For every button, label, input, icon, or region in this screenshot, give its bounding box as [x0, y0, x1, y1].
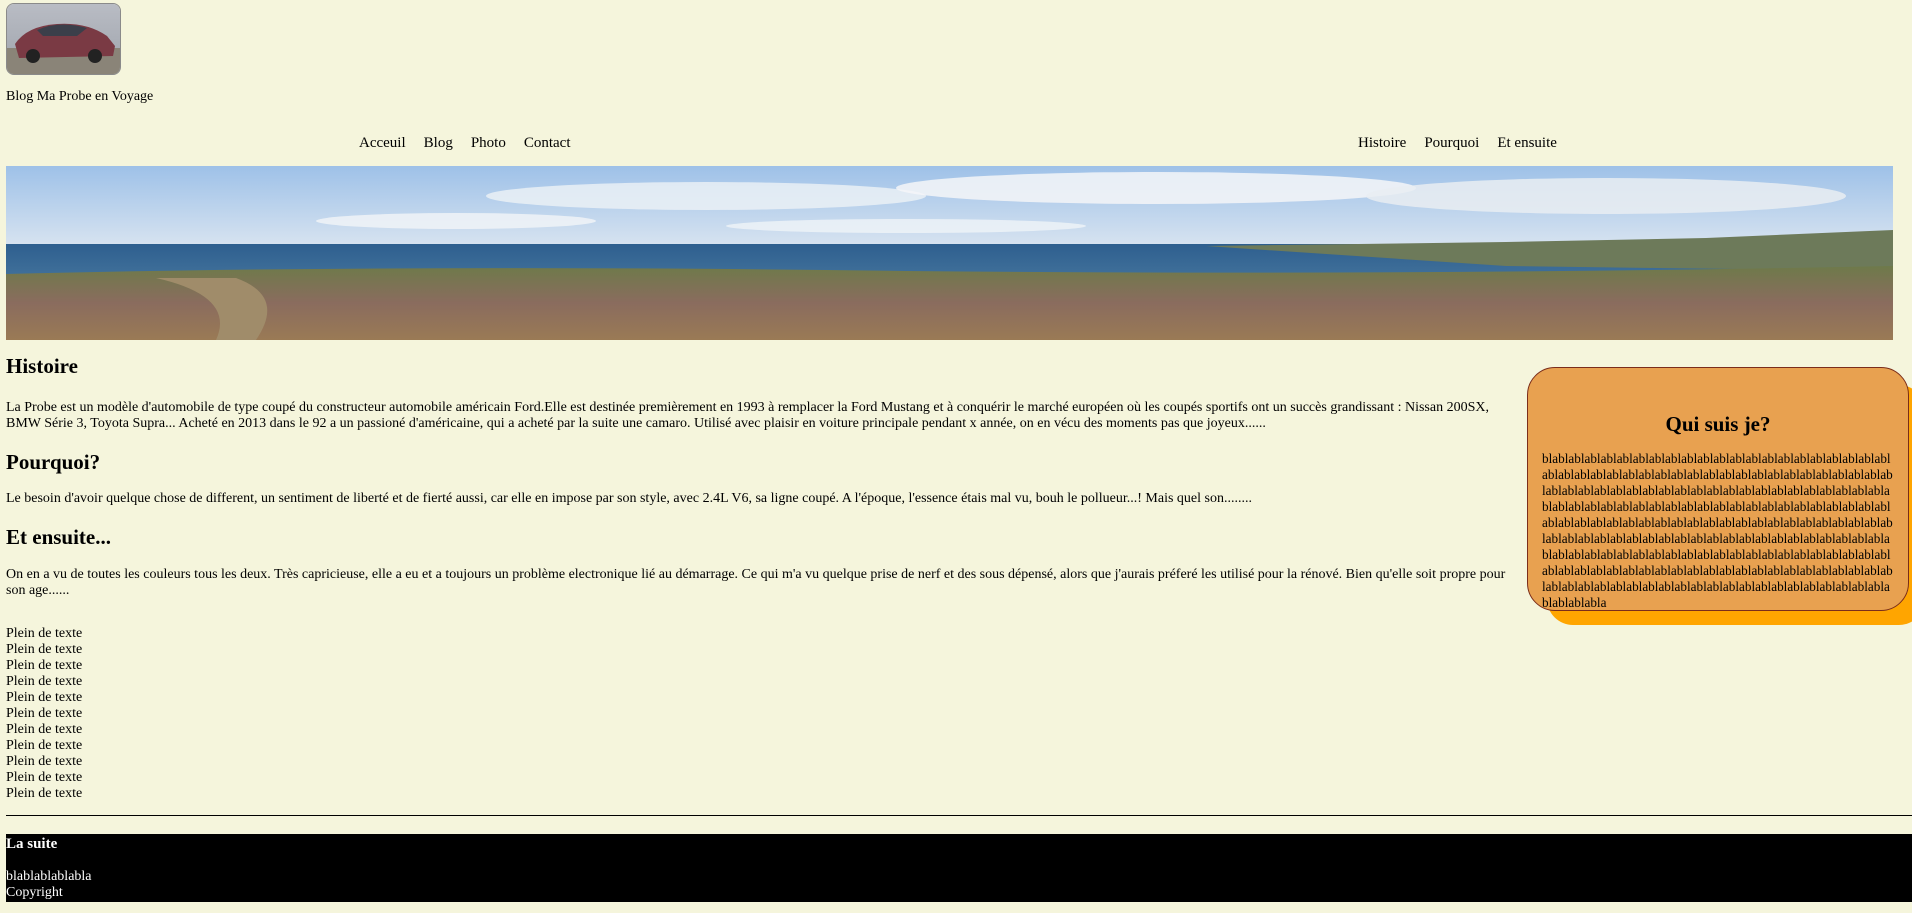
divider — [6, 815, 1912, 816]
section-title-et-ensuite: Et ensuite... — [6, 525, 111, 549]
filler-text: Plein de texte — [6, 722, 83, 737]
aside-text: blablablablablablablablablablablablablab… — [1542, 451, 1893, 610]
nav-link-et-ensuite[interactable]: Et ensuite — [1497, 135, 1557, 152]
logo-image — [6, 3, 121, 75]
footer: La suite blablablablabla Copyright — [6, 834, 1912, 902]
nav-link-photo[interactable]: Photo — [471, 135, 506, 152]
section-text-et-ensuite: On en a vu de toutes les couleurs tous l… — [6, 567, 1506, 598]
section-text-pourquoi: Le besoin d'avoir quelque chose de diffe… — [6, 491, 1252, 506]
filler-text: Plein de texte — [6, 626, 83, 641]
filler-text: Plein de texte — [6, 770, 83, 785]
section-title-pourquoi: Pourquoi? — [6, 450, 101, 474]
footer-text: blablablablabla — [6, 869, 92, 884]
filler-text: Plein de texte — [6, 674, 83, 689]
nav-main: Acceuil Blog Photo Contact — [359, 135, 571, 152]
filler-text: Plein de texte — [6, 706, 83, 721]
section-title-histoire: Histoire — [6, 354, 78, 378]
nav-link-pourquoi[interactable]: Pourquoi — [1424, 135, 1479, 152]
nav-sections: Histoire Pourquoi Et ensuite — [1358, 135, 1557, 152]
filler-text: Plein de texte — [6, 658, 83, 673]
nav-link-histoire[interactable]: Histoire — [1358, 135, 1406, 152]
footer-title: La suite — [6, 836, 58, 852]
filler-text: Plein de texte — [6, 786, 83, 801]
nav-link-blog[interactable]: Blog — [424, 135, 453, 152]
aside-about: Qui suis je? blablablablablablablablabla… — [1527, 367, 1909, 611]
filler-text-list: Plein de texte Plein de texte Plein de t… — [6, 626, 82, 802]
nav-link-acceuil[interactable]: Acceuil — [359, 135, 406, 152]
section-text-histoire: La Probe est un modèle d'automobile de t… — [6, 400, 1489, 431]
aside-title: Qui suis je? — [1665, 412, 1771, 436]
copyright-text: Copyright — [6, 885, 63, 900]
filler-text: Plein de texte — [6, 754, 83, 769]
site-title: Blog Ma Probe en Voyage — [6, 89, 154, 104]
filler-text: Plein de texte — [6, 738, 83, 753]
filler-text: Plein de texte — [6, 642, 83, 657]
filler-text: Plein de texte — [6, 690, 83, 705]
nav-link-contact[interactable]: Contact — [524, 135, 571, 152]
banner-image — [6, 166, 1893, 340]
